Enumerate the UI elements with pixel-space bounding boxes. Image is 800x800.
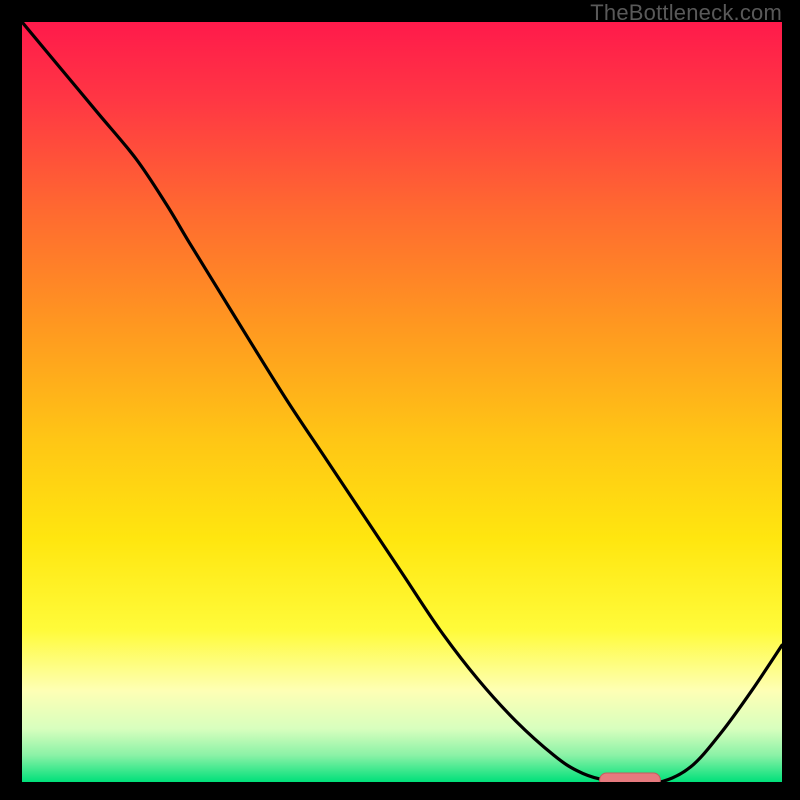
curve-layer [22, 22, 782, 782]
bottleneck-curve [22, 22, 782, 782]
watermark-text: TheBottleneck.com [590, 0, 782, 26]
chart-frame: TheBottleneck.com [0, 0, 800, 800]
plot-area [22, 22, 782, 782]
optimal-marker [600, 773, 661, 782]
